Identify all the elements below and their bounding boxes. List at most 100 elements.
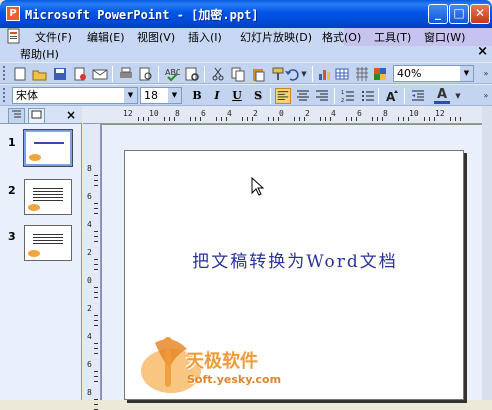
menu-slideshow[interactable]: 幻灯片放映(D) <box>240 29 312 45</box>
menu-format[interactable]: 格式(O) <box>322 29 361 45</box>
slide-thumbnail-1[interactable] <box>23 129 73 167</box>
email-icon[interactable] <box>92 66 108 82</box>
h-ruler-tick <box>169 117 170 121</box>
v-ruler-tick <box>94 264 98 265</box>
menu-window[interactable]: 窗口(W) <box>424 29 465 45</box>
horizontal-ruler[interactable]: 12 10 8 6 4 2 0 2 4 6 8 10 12 <box>83 106 492 124</box>
slide-title[interactable]: 把文稿转换为Word文档 <box>125 247 465 272</box>
document-icon[interactable] <box>6 28 22 46</box>
v-ruler-tick <box>94 376 98 377</box>
paste-icon[interactable] <box>250 66 266 82</box>
research-icon[interactable] <box>184 66 200 82</box>
toolbar-options-icon[interactable]: » <box>478 66 492 82</box>
v-ruler-label: 6 <box>87 360 92 369</box>
powerpoint-app-icon[interactable]: P <box>6 6 20 21</box>
shadow-button[interactable]: S <box>250 88 266 104</box>
tab-outline[interactable] <box>8 108 25 123</box>
slide-thumbnail-2[interactable] <box>24 179 72 215</box>
h-ruler-tick <box>294 117 295 121</box>
font-size-combo[interactable]: 18 ▼ <box>140 87 182 104</box>
menu-insert[interactable]: 插入(I) <box>188 29 222 45</box>
new-icon[interactable] <box>12 66 28 82</box>
copy-icon[interactable] <box>230 66 246 82</box>
underline-button[interactable]: U <box>229 88 245 104</box>
v-ruler-tick <box>94 381 98 382</box>
menu-tools[interactable]: 工具(T) <box>374 29 411 45</box>
font-name-value: 宋体 <box>16 89 38 102</box>
insert-table-icon[interactable] <box>334 66 350 82</box>
save-icon[interactable] <box>52 66 68 82</box>
increase-font-size-icon[interactable]: A <box>384 88 400 104</box>
vertical-scrollbar[interactable] <box>482 106 492 400</box>
italic-button[interactable]: I <box>209 88 225 104</box>
vertical-ruler[interactable]: 8 6 4 2 0 2 4 6 8 <box>83 124 101 410</box>
slide-number-1: 1 <box>8 136 16 149</box>
zoom-dropdown-icon[interactable]: ▼ <box>460 66 473 81</box>
numbering-icon[interactable]: 12 <box>340 88 356 104</box>
cut-icon[interactable] <box>210 66 226 82</box>
h-ruler-tick <box>398 117 399 121</box>
insert-chart-icon[interactable] <box>316 66 332 82</box>
toolbar-grip-2[interactable] <box>3 88 6 102</box>
print-icon[interactable] <box>118 66 134 82</box>
v-ruler-tick <box>94 287 98 288</box>
decrease-indent-icon[interactable] <box>410 88 426 104</box>
formatting-toolbar: 宋体 ▼ 18 ▼ B I U S 12 A A ▼ » <box>0 84 492 106</box>
zoom-value: 40% <box>397 67 422 80</box>
toolbar-grip[interactable] <box>3 66 6 80</box>
permission-icon[interactable] <box>72 66 88 82</box>
close-window-button[interactable]: ✕ <box>470 4 490 24</box>
slide-canvas[interactable]: 把文稿转换为Word文档 天极软件 Soft.yesky.com <box>124 150 464 400</box>
h-ruler-tick <box>346 117 347 121</box>
h-ruler-tick <box>195 117 196 121</box>
open-icon[interactable] <box>32 66 48 82</box>
bold-button[interactable]: B <box>189 88 205 104</box>
v-ruler-tick <box>94 208 98 209</box>
menu-view[interactable]: 视图(V) <box>137 29 175 45</box>
bullets-icon[interactable] <box>360 88 376 104</box>
v-ruler-tick <box>94 231 98 232</box>
h-ruler-label: 8 <box>175 109 180 118</box>
spelling-icon[interactable]: ABC <box>164 66 180 82</box>
svg-text:A: A <box>386 90 396 104</box>
align-left-icon[interactable] <box>275 88 291 104</box>
h-ruler-label: 12 <box>123 109 133 118</box>
font-size-dropdown-icon[interactable]: ▼ <box>168 88 181 103</box>
color-grayscale-icon[interactable] <box>372 66 388 82</box>
h-ruler-tick <box>325 117 326 121</box>
h-ruler-tick <box>377 117 378 121</box>
v-ruler-tick <box>94 353 98 354</box>
v-ruler-label: 2 <box>87 248 92 257</box>
align-right-icon[interactable] <box>314 88 330 104</box>
mouse-cursor-icon <box>251 177 265 196</box>
maximize-button[interactable]: □ <box>449 4 469 24</box>
standard-toolbar: ABC ▼ 40% ▼ » <box>0 62 492 84</box>
h-ruler-label: 6 <box>357 109 362 118</box>
align-center-icon[interactable] <box>295 88 311 104</box>
panel-close-button[interactable]: × <box>66 108 76 122</box>
undo-dropdown-icon[interactable]: ▼ <box>296 66 312 82</box>
h-ruler-label: 4 <box>331 109 336 118</box>
v-ruler-tick <box>94 236 98 237</box>
zoom-combo[interactable]: 40% ▼ <box>393 65 474 82</box>
toolbar-options-icon-2[interactable]: » <box>478 88 492 104</box>
slide-thumbnail-3[interactable] <box>24 225 72 261</box>
h-ruler-label: 10 <box>409 109 419 118</box>
font-name-combo[interactable]: 宋体 ▼ <box>12 87 138 104</box>
document-close-button[interactable]: × <box>477 44 488 59</box>
h-ruler-tick <box>190 117 191 121</box>
menu-help[interactable]: 帮助(H) <box>20 46 59 62</box>
h-ruler-label: 6 <box>201 109 206 118</box>
h-ruler-label: 12 <box>435 109 445 118</box>
panel-tabs: × <box>0 106 82 124</box>
print-preview-icon[interactable] <box>138 66 154 82</box>
tables-borders-icon[interactable] <box>354 66 370 82</box>
font-color-button[interactable]: A <box>434 88 450 104</box>
minimize-button[interactable]: _ <box>428 4 448 24</box>
menu-file[interactable]: 文件(F) <box>35 29 72 45</box>
font-name-dropdown-icon[interactable]: ▼ <box>124 88 137 103</box>
watermark-url: Soft.yesky.com <box>187 373 282 386</box>
font-color-dropdown-icon[interactable]: ▼ <box>450 88 466 104</box>
tab-slides[interactable] <box>28 108 45 123</box>
menu-edit[interactable]: 编辑(E) <box>87 29 125 45</box>
